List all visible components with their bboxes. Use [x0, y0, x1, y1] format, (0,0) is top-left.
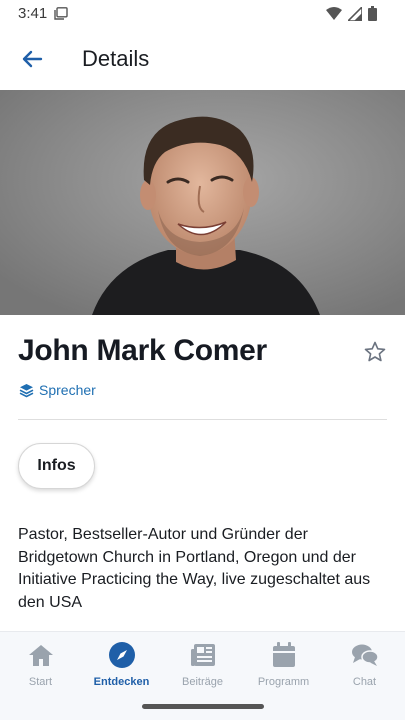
- favorite-button[interactable]: [363, 340, 387, 364]
- nav-item-beitraege[interactable]: Beiträge: [162, 640, 243, 688]
- tab-infos[interactable]: Infos: [18, 443, 95, 489]
- speaker-name: John Mark Comer: [18, 334, 267, 367]
- wifi-icon: [326, 6, 342, 20]
- speaker-photo: [0, 90, 405, 315]
- back-button[interactable]: [16, 45, 48, 73]
- battery-icon: [368, 6, 377, 21]
- app-bar: Details: [0, 28, 405, 90]
- page-title: Details: [82, 46, 150, 71]
- nav-label: Beiträge: [182, 676, 223, 688]
- nav-item-entdecken[interactable]: Entdecken: [81, 640, 162, 688]
- compass-icon: [107, 640, 137, 670]
- speaker-portrait: [0, 90, 405, 315]
- star-outline-icon: [364, 341, 386, 362]
- home-icon: [26, 640, 56, 670]
- signal-icon: [348, 6, 362, 21]
- chat-bubbles-icon: [350, 640, 380, 670]
- notification-icon: [54, 7, 68, 20]
- home-indicator[interactable]: [142, 704, 264, 709]
- status-time: 3:41: [18, 5, 48, 22]
- status-bar: 3:41: [0, 0, 405, 28]
- calendar-icon: [269, 640, 299, 670]
- layers-icon: [19, 383, 34, 397]
- nav-label: Start: [28, 676, 53, 688]
- status-icons: [326, 6, 377, 21]
- speaker-description: Pastor, Bestseller-Autor und Gründer der…: [18, 526, 371, 611]
- tag-label: Sprecher: [39, 382, 96, 398]
- nav-item-start[interactable]: Start: [0, 640, 81, 688]
- speaker-category-tag: Sprecher: [19, 382, 96, 398]
- nav-item-programm[interactable]: Programm: [243, 640, 324, 688]
- newspaper-icon: [188, 640, 218, 670]
- nav-label: Entdecken: [93, 676, 150, 688]
- divider: [18, 419, 387, 420]
- arrow-left-icon: [22, 50, 43, 68]
- nav-item-chat[interactable]: Chat: [324, 640, 405, 688]
- nav-label: Chat: [352, 676, 377, 688]
- nav-label: Programm: [257, 676, 310, 688]
